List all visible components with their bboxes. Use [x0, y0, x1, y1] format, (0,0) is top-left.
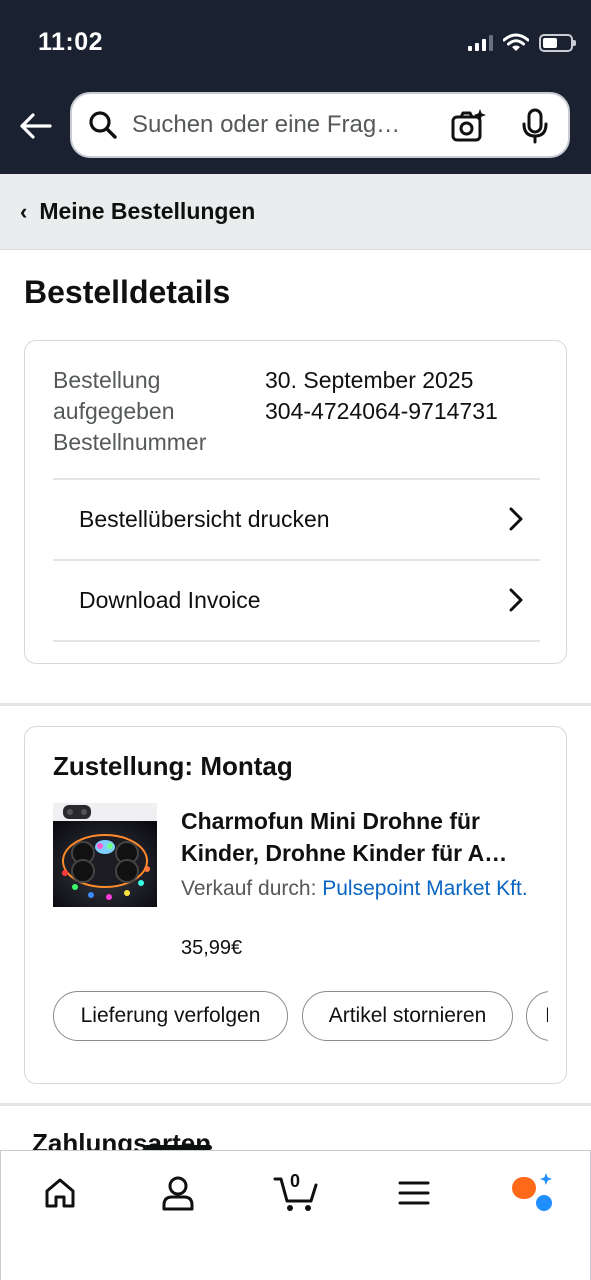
menu-icon	[398, 1181, 430, 1205]
order-number: 304-4724064-9714731	[265, 398, 498, 424]
delivery-title: Zustellung: Montag	[53, 751, 293, 781]
product-title[interactable]: Charmofun Mini Drohne für Kinder, Drohne…	[181, 805, 551, 869]
chevron-left-icon: ‹	[20, 198, 28, 224]
order-info-card: Bestellung aufgegeben Bestellnummer 30. …	[24, 340, 567, 664]
order-date: 30. September 2025	[265, 367, 474, 393]
page-title: Bestelldetails	[24, 274, 231, 310]
voice-search-button[interactable]	[520, 108, 550, 144]
product-image[interactable]	[53, 803, 157, 907]
seller-info: Verkauf durch: Pulsepoint Market Kft.	[181, 873, 551, 904]
order-info-labels: Bestellung aufgegeben Bestellnummer	[53, 365, 206, 458]
microphone-icon	[522, 108, 548, 144]
label-order-placed-line2: aufgegeben	[53, 398, 175, 424]
nav-account[interactable]	[153, 1173, 203, 1213]
chevron-right-icon	[509, 588, 523, 612]
back-button[interactable]	[16, 106, 54, 146]
action-buttons-row: Lieferung verfolgen Artikel stornieren I	[53, 991, 548, 1043]
nav-rufus[interactable]	[507, 1173, 557, 1213]
top-header: 11:02	[0, 0, 591, 174]
cart-count: 0	[290, 1171, 301, 1191]
camera-sparkle-icon	[451, 109, 486, 142]
seller-link[interactable]: Pulsepoint Market Kft.	[322, 877, 527, 900]
signal-icon	[468, 35, 493, 51]
account-icon	[162, 1176, 194, 1211]
product-title-line1: Charmofun Mini Drohne für	[181, 808, 480, 834]
battery-icon	[539, 34, 576, 52]
track-delivery-button[interactable]: Lieferung verfolgen	[53, 991, 288, 1041]
status-time: 11:02	[38, 28, 104, 56]
section-divider	[0, 1103, 591, 1106]
download-invoice-label: Download Invoice	[79, 586, 261, 613]
camera-search-button[interactable]	[450, 108, 486, 144]
delivery-card: Zustellung: Montag Charmofun Mini Drohne…	[24, 726, 567, 1084]
nav-menu[interactable]	[389, 1173, 439, 1213]
search-icon	[88, 110, 118, 140]
rufus-ai-icon	[512, 1173, 552, 1211]
nav-cart[interactable]: 0	[271, 1171, 321, 1213]
divider	[53, 640, 540, 642]
active-tab-indicator	[144, 1145, 212, 1150]
status-icons	[468, 32, 576, 54]
arrow-left-icon	[20, 113, 52, 139]
home-icon	[45, 1178, 75, 1208]
label-order-number: Bestellnummer	[53, 429, 207, 455]
print-order-summary-row[interactable]: Bestellübersicht drucken	[53, 478, 540, 558]
cancel-item-button[interactable]: Artikel stornieren	[302, 991, 513, 1041]
search-input[interactable]	[132, 111, 432, 139]
more-action-button[interactable]: I	[526, 991, 548, 1041]
wifi-icon	[503, 33, 529, 51]
search-bar[interactable]	[70, 92, 570, 158]
section-divider	[0, 703, 591, 706]
seller-prefix: Verkauf durch:	[181, 877, 323, 900]
label-order-placed-line1: Bestellung	[53, 367, 161, 393]
download-invoice-row[interactable]: Download Invoice	[53, 559, 540, 639]
chevron-right-icon	[509, 507, 523, 531]
product-title-line2: Kinder, Drohne Kinder für A…	[181, 840, 508, 866]
breadcrumb-my-orders[interactable]: ‹ Meine Bestellungen	[0, 174, 591, 250]
breadcrumb-label: Meine Bestellungen	[39, 198, 256, 224]
product-price: 35,99€	[181, 937, 243, 959]
print-order-summary-label: Bestellübersicht drucken	[79, 505, 330, 532]
nav-home[interactable]	[35, 1173, 85, 1213]
bottom-navigation: 0	[0, 1145, 591, 1280]
order-info-values: 30. September 2025 304-4724064-9714731	[265, 365, 498, 427]
